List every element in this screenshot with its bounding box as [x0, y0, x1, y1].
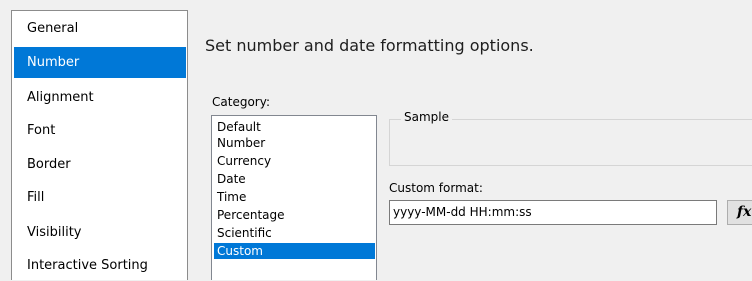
sidebar-item-font[interactable]: Font [14, 115, 186, 146]
function-icon: fx [737, 204, 752, 220]
sample-groupbox [389, 119, 752, 166]
category-item-currency[interactable]: Currency [214, 153, 375, 169]
sidebar-item-alignment[interactable]: Alignment [14, 82, 186, 113]
category-item-time[interactable]: Time [214, 189, 375, 205]
category-item-custom[interactable]: Custom [214, 243, 375, 259]
sample-label: Sample [401, 110, 452, 124]
sidebar-item-fill[interactable]: Fill [14, 182, 186, 213]
format-sidebar: General Number Alignment Font Border Fil… [11, 10, 188, 280]
sidebar-item-general[interactable]: General [14, 13, 186, 44]
sidebar-item-number[interactable]: Number [14, 47, 186, 78]
sidebar-item-border[interactable]: Border [14, 149, 186, 180]
category-item-scientific[interactable]: Scientific [214, 225, 375, 241]
custom-format-label: Custom format: [389, 181, 483, 195]
category-item-percentage[interactable]: Percentage [214, 207, 375, 223]
sidebar-item-visibility[interactable]: Visibility [14, 217, 186, 248]
custom-format-input[interactable]: yyyy-MM-dd HH:mm:ss [389, 200, 717, 225]
category-listbox[interactable]: Default Number Currency Date Time Percen… [211, 115, 377, 280]
category-item-number[interactable]: Number [214, 135, 375, 151]
category-item-date[interactable]: Date [214, 171, 375, 187]
page-description: Set number and date formatting options. [205, 36, 534, 55]
category-label: Category: [212, 95, 270, 109]
sidebar-item-interactive-sorting[interactable]: Interactive Sorting [14, 250, 186, 281]
category-item-default[interactable]: Default [214, 119, 375, 135]
expression-button[interactable]: fx [727, 200, 752, 225]
